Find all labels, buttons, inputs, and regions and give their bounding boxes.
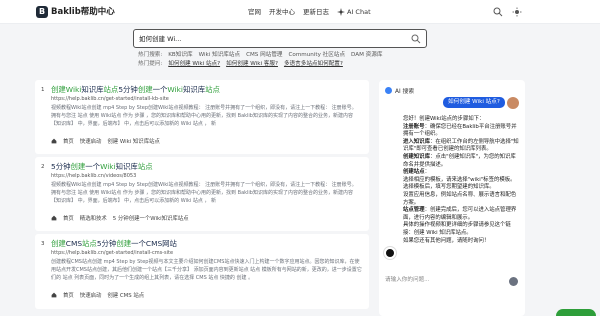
ai-question-input[interactable]: 请输入你的问题... bbox=[385, 276, 519, 284]
floating-action-button[interactable] bbox=[556, 309, 596, 316]
result-card[interactable]: 2 5分钟创建一个Wiki知识库站点 https://help.baklib.c… bbox=[35, 157, 369, 231]
answer-line: 注册账号：确保您已经在Baklib平台注册账号并拥有一个组织。 bbox=[403, 123, 517, 138]
result-snippet: 视频教程Wiki站点创建 mp4 Step by Step创建Wiki站点视频教… bbox=[51, 182, 357, 204]
result-title[interactable]: 创建Wiki知识库站点5分钟创建一个Wiki知识库站点 bbox=[51, 85, 220, 95]
user-question-bubble: 如何创建 Wiki 站点? bbox=[443, 97, 505, 108]
answer-line: 进入知识库：在组织工作台的左侧导航中选择"知识库"即可查看已创建的知识库列表。 bbox=[403, 138, 519, 153]
baklib-logo[interactable]: B bbox=[36, 6, 48, 18]
breadcrumb-item[interactable]: 创建 Wiki 知识库站点 bbox=[107, 137, 160, 145]
answer-line: 具体的操作视频和更详细的步骤请参见这个链接：创建 Wiki 知识库站点。 bbox=[403, 222, 511, 236]
hot-question-link[interactable]: 如何创建 Wiki 站点? bbox=[168, 60, 220, 68]
hot-search-tag[interactable]: DAM 资源库 bbox=[351, 51, 382, 59]
hot-search-tag[interactable]: Wiki 知识库站点 bbox=[199, 51, 241, 59]
hot-searches: 热门搜索: KB知识库 Wiki 知识库站点 CMS 网站管理 Communit… bbox=[138, 51, 382, 59]
main-nav: 官网 开发中心 更新日志 AI Chat bbox=[248, 6, 371, 18]
answer-line: 创建知识库：点击"创建知识库"，为您的知识库命名并提供描述。 bbox=[403, 153, 516, 168]
ai-panel-header: AI 搜索 bbox=[385, 86, 414, 95]
answer-line: 选择模板后，填写您期望建的知识库。 bbox=[403, 184, 495, 191]
search-icon[interactable] bbox=[411, 34, 421, 44]
result-card[interactable]: 3 创建CMS站点5分钟创建一个CMS网站 https://help.bakli… bbox=[35, 234, 369, 309]
home-icon bbox=[51, 215, 57, 221]
hot-search-tag[interactable]: KB知识库 bbox=[168, 51, 192, 59]
answer-line: 如果您还有其他问题，请随时询问！ bbox=[403, 237, 490, 244]
result-title[interactable]: 5分钟创建一个Wiki知识库站点 bbox=[51, 162, 153, 172]
result-number: 1 bbox=[41, 87, 45, 93]
result-number: 3 bbox=[41, 241, 45, 247]
ai-bot-avatar bbox=[384, 247, 396, 259]
answer-line: 站点管理：创建完成后，您可以进入站点管理界面，进行内容的编辑和展示。 bbox=[403, 207, 517, 221]
answer-line: 您好！创建Wiki站点的步骤如下： bbox=[403, 116, 485, 122]
breadcrumb-item[interactable]: 首页 bbox=[63, 291, 74, 299]
search-box[interactable]: 如何创建 Wi... bbox=[133, 29, 427, 48]
search-input[interactable]: 如何创建 Wi... bbox=[139, 34, 181, 44]
breadcrumb-item[interactable]: 创建 CMS 站点 bbox=[107, 291, 144, 299]
nav-item-official[interactable]: 官网 bbox=[248, 6, 261, 18]
ai-answer: 您好！创建Wiki站点的步骤如下： 注册账号：确保您已经在Baklib平台注册账… bbox=[403, 116, 519, 245]
brand-name[interactable]: Baklib帮助中心 bbox=[51, 6, 115, 18]
breadcrumb-item[interactable]: 快速启动 bbox=[80, 137, 102, 145]
top-navbar: B Baklib帮助中心 官网 开发中心 更新日志 AI Chat bbox=[0, 0, 600, 24]
nav-item-dev-center[interactable]: 开发中心 bbox=[269, 6, 295, 18]
hot-question-link[interactable]: 多语言多站点如何配置? bbox=[284, 60, 343, 68]
hot-searches-label: 热门搜索: bbox=[138, 52, 163, 58]
hot-questions: 热门提问: 如何创建 Wiki 站点? 如何创建 Wiki 客服? 多语言多站点… bbox=[138, 60, 343, 68]
breadcrumb-item[interactable]: 精选和技术 bbox=[80, 214, 107, 222]
breadcrumb-item[interactable]: 首页 bbox=[63, 214, 74, 222]
breadcrumb: 首页 精选和技术 5 分钟创建一个Wiki知识库站点 bbox=[51, 214, 189, 222]
hot-search-tag[interactable]: Community 社区站点 bbox=[289, 51, 346, 59]
ai-logo-icon bbox=[385, 87, 392, 94]
send-button[interactable] bbox=[509, 277, 518, 286]
result-snippet: 视频教程Wiki站点创建 mp4 Step by Step创建Wiki站点视频教… bbox=[51, 105, 357, 127]
home-icon bbox=[51, 138, 57, 144]
result-url[interactable]: https://help.baklib.cn/get-started/insta… bbox=[51, 96, 169, 102]
ai-panel-title: AI 搜索 bbox=[395, 89, 415, 95]
home-icon bbox=[51, 292, 57, 298]
user-avatar bbox=[507, 97, 519, 109]
result-snippet: 创建教程CMS站点创建 mp4 Step by Step视频与本文主要介绍如何创… bbox=[51, 259, 362, 281]
result-number: 2 bbox=[41, 164, 45, 170]
hot-questions-label: 热门提问: bbox=[138, 61, 163, 67]
result-card[interactable]: 1 创建Wiki知识库站点5分钟创建一个Wiki知识库站点 https://he… bbox=[35, 80, 369, 154]
answer-line: 设置应用信息，例如站点名称、展示语言和配色方案。 bbox=[403, 191, 517, 206]
breadcrumb-item[interactable]: 首页 bbox=[63, 137, 74, 145]
result-title[interactable]: 创建CMS站点5分钟创建一个CMS网站 bbox=[51, 239, 177, 249]
result-url[interactable]: https://help.baklib.cn/videos/8053 bbox=[51, 173, 136, 179]
search-icon[interactable] bbox=[493, 7, 503, 17]
nav-item-changelog[interactable]: 更新日志 bbox=[303, 6, 329, 18]
nav-item-ai-chat[interactable]: AI Chat bbox=[337, 6, 371, 18]
breadcrumb-item[interactable]: 5 分钟创建一个Wiki知识库站点 bbox=[113, 214, 189, 222]
ai-chat-label: AI Chat bbox=[347, 8, 371, 16]
answer-line: 创建站点： bbox=[403, 169, 430, 176]
breadcrumb: 首页 快速启动 创建 CMS 站点 bbox=[51, 291, 144, 299]
hot-search-tag[interactable]: CMS 网站管理 bbox=[246, 51, 282, 59]
ai-search-panel: AI 搜索 如何创建 Wiki 站点? 您好！创建Wiki站点的步骤如下： 注册… bbox=[379, 80, 525, 316]
breadcrumb: 首页 快速启动 创建 Wiki 知识库站点 bbox=[51, 137, 160, 145]
result-url[interactable]: https://help.baklib.cn/get-started/insta… bbox=[51, 250, 173, 256]
sparkle-icon bbox=[337, 8, 345, 16]
hot-question-link[interactable]: 如何创建 Wiki 客服? bbox=[226, 60, 278, 68]
theme-toggle-icon[interactable] bbox=[512, 7, 522, 17]
breadcrumb-item[interactable]: 快速启动 bbox=[80, 291, 102, 299]
